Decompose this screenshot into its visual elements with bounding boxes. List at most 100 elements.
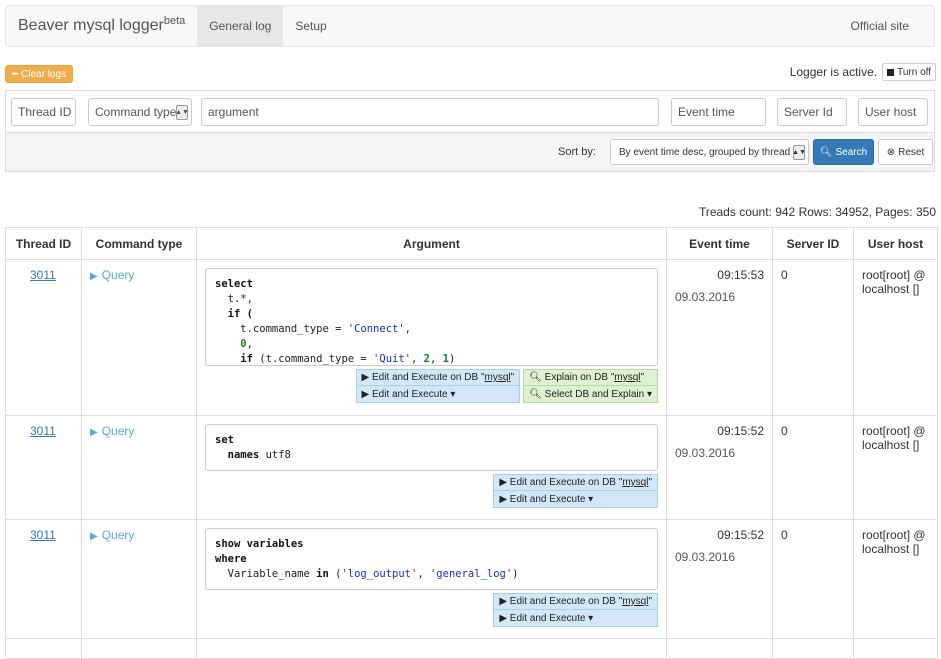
brand-beta: beta <box>163 15 186 27</box>
edit-execute-dropdown[interactable]: ▶ Edit and Execute ▾ <box>493 491 658 508</box>
server-id-cell: 0 <box>772 259 854 416</box>
user-host-cell: root[root] @ localhost [] <box>853 519 938 639</box>
edit-execute-db-button[interactable]: ▶ Edit and Execute on DB " mysql " <box>493 474 658 491</box>
db-name-link[interactable]: mysql <box>485 372 511 383</box>
server-id-cell: 0 <box>772 415 854 520</box>
sort-panel: Sort by: By event time desc, grouped by … <box>5 132 935 172</box>
tab-setup[interactable]: Setup <box>283 6 338 46</box>
table-cell <box>772 638 854 659</box>
thread-id-cell: 3011 <box>5 415 82 520</box>
argument-input[interactable]: argument <box>201 98 659 126</box>
command-type-value: Command type <box>95 105 177 119</box>
sort-by-label: Sort by: <box>558 146 596 158</box>
counts-summary: Treads count: 942 Rows: 34952, Pages: 35… <box>698 205 936 219</box>
command-type-cell[interactable]: ▶ Query <box>81 259 197 416</box>
clear-logs-button[interactable]: ━ Clear logs <box>5 65 74 83</box>
edit-execute-db-button[interactable]: ▶ Edit and Execute on DB " mysql " <box>355 369 521 386</box>
turn-off-button[interactable]: Turn off <box>882 63 936 81</box>
header-event-time: Event time <box>666 227 773 260</box>
reset-label: Reset <box>898 146 925 158</box>
explain-db-button[interactable]: 🔍︎ Explain on DB " mysql " <box>523 369 658 386</box>
navbar: Beaver mysql logger beta General log Setu… <box>5 5 935 47</box>
header-user-host: User host <box>853 227 938 260</box>
event-time-cell: 09:15:52 09.03.2016 <box>666 519 773 639</box>
db-name-link[interactable]: mysql <box>622 596 648 607</box>
thread-id-link[interactable]: 3011 <box>30 424 56 438</box>
logger-active-text: Logger is active. <box>789 65 878 79</box>
sql-code-block[interactable]: select t.*, if ( t.command_type = 'Conne… <box>205 268 658 366</box>
user-host-input[interactable]: User host <box>858 98 928 126</box>
event-time-cell: 09:15:53 09.03.2016 <box>666 259 773 416</box>
query-actions: ▶ Edit and Execute on DB " mysql " ▶ Edit … <box>205 369 658 403</box>
query-actions: ▶ Edit and Execute on DB " mysql " ▶ Edit … <box>205 474 658 508</box>
header-command-type: Command type <box>81 227 197 260</box>
select-arrow-icon: ▲▼ <box>175 105 189 120</box>
minus-icon: ━ <box>12 68 19 80</box>
query-actions: ▶ Edit and Execute on DB " mysql " ▶ Edit … <box>205 593 658 627</box>
server-id-input[interactable]: Server Id <box>777 98 847 126</box>
edit-execute-dropdown[interactable]: ▶ Edit and Execute ▾ <box>355 386 521 403</box>
official-site-link[interactable]: Official site <box>826 6 934 46</box>
command-type-cell[interactable]: ▶ Query <box>81 519 197 639</box>
server-id-cell: 0 <box>772 519 854 639</box>
table-cell <box>196 638 667 659</box>
header-argument: Argument <box>196 227 667 260</box>
sort-value: By event time desc, grouped by thread <box>619 146 791 158</box>
command-type-text: Query <box>101 424 135 438</box>
edit-execute-dropdown[interactable]: ▶ Edit and Execute ▾ <box>493 610 658 627</box>
select-arrow-icon: ▲▼ <box>792 145 806 160</box>
header-server-id: Server ID <box>772 227 854 260</box>
edit-execute-db-button[interactable]: ▶ Edit and Execute on DB " mysql " <box>493 593 658 610</box>
argument-cell: set names utf8 ▶ Edit and Execute on DB … <box>196 415 667 520</box>
table-cell <box>81 638 197 659</box>
sort-select[interactable]: By event time desc, grouped by thread ▲▼ <box>610 139 809 165</box>
user-host-cell: root[root] @ localhost [] <box>853 415 938 520</box>
table-row: 3011 ▶ Query show variables where Variabl… <box>5 519 938 639</box>
table-row: 3011 ▶ Query select t.*, if ( t.command_t… <box>5 259 938 416</box>
sql-code-block[interactable]: show variables where Variable_name in ('… <box>205 528 658 590</box>
command-type-cell[interactable]: ▶ Query <box>81 415 197 520</box>
thread-id-link[interactable]: 3011 <box>30 528 56 542</box>
event-time-cell: 09:15:52 09.03.2016 <box>666 415 773 520</box>
search-icon: 🔍︎ <box>819 146 833 158</box>
event-date: 09.03.2016 <box>675 290 736 304</box>
event-time: 09:15:52 <box>717 528 764 542</box>
thread-id-input[interactable]: Thread ID <box>11 98 76 126</box>
brand-title: Beaver mysql logger <box>18 17 164 34</box>
table-cell <box>853 638 938 659</box>
logger-status: Logger is active. Turn off <box>790 63 936 81</box>
search-label: Search <box>835 146 868 158</box>
log-table: Thread ID Command type Argument Event ti… <box>5 227 938 659</box>
table-row: 3011 ▶ Query set names utf8 ▶ Edit and Ex… <box>5 415 938 520</box>
stop-icon <box>887 68 895 76</box>
search-icon: 🔍︎ <box>529 372 542 383</box>
clear-logs-label: Clear logs <box>21 68 67 80</box>
select-db-explain-dropdown[interactable]: 🔍︎ Select DB and Explain ▾ <box>523 386 658 403</box>
thread-id-cell: 3011 <box>5 259 82 416</box>
table-header-row: Thread ID Command type Argument Event ti… <box>5 227 938 260</box>
turn-off-label: Turn off <box>897 66 931 78</box>
event-date: 09.03.2016 <box>675 446 736 460</box>
reset-icon: ⊗ <box>886 146 896 158</box>
play-icon: ▶ <box>90 427 98 438</box>
event-time: 09:15:53 <box>717 268 764 282</box>
argument-cell: select t.*, if ( t.command_type = 'Conne… <box>196 259 667 416</box>
command-type-text: Query <box>101 528 135 542</box>
event-date: 09.03.2016 <box>675 550 736 564</box>
user-host-cell: root[root] @ localhost [] <box>853 259 938 416</box>
search-button[interactable]: 🔍︎ Search <box>813 139 874 165</box>
table-cell <box>5 638 82 659</box>
event-time: 09:15:52 <box>717 424 764 438</box>
db-name-link[interactable]: mysql <box>622 477 648 488</box>
event-time-input[interactable]: Event time <box>671 98 766 126</box>
command-type-select[interactable]: Command type ▲▼ <box>88 98 192 126</box>
table-row <box>5 638 938 659</box>
brand[interactable]: Beaver mysql logger beta <box>6 6 197 46</box>
reset-button[interactable]: ⊗ Reset <box>878 139 933 165</box>
thread-id-link[interactable]: 3011 <box>30 268 56 282</box>
thread-id-cell: 3011 <box>5 519 82 639</box>
sql-code-block[interactable]: set names utf8 <box>205 424 658 471</box>
argument-cell: show variables where Variable_name in ('… <box>196 519 667 639</box>
filter-panel: Thread ID Command type ▲▼ argument Event… <box>5 90 935 132</box>
tab-general-log[interactable]: General log <box>197 6 284 46</box>
